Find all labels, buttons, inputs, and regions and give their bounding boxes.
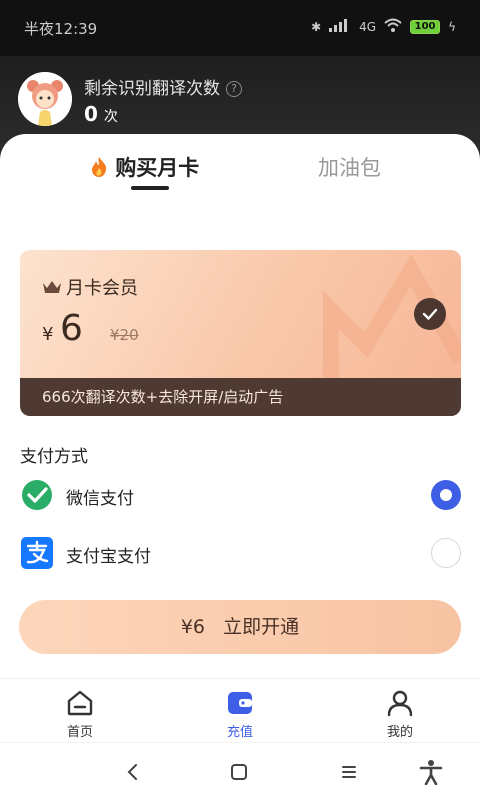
home-icon (67, 690, 93, 716)
nav-home-label: 首页 (66, 725, 93, 740)
subscribe-button[interactable]: ¥6 立即开通 (19, 600, 461, 654)
avatar[interactable] (18, 72, 72, 126)
status-bar: 半夜12:39 ✱ 4G 100 ϟ (0, 0, 480, 56)
payment-wechat[interactable]: 微信支付 (20, 476, 461, 516)
nav-home[interactable]: 首页 (40, 689, 120, 740)
menu-icon[interactable] (336, 759, 362, 785)
wifi-icon (384, 18, 402, 35)
alipay-icon (20, 536, 54, 570)
card-title-label: 月卡会员 (66, 278, 138, 299)
nav-mine[interactable]: 我的 (360, 689, 440, 740)
home-button-icon[interactable] (226, 759, 252, 785)
wechat-pay-label: 微信支付 (66, 489, 134, 509)
back-icon[interactable] (120, 759, 146, 785)
help-icon[interactable]: ? (226, 81, 242, 97)
nav-recharge[interactable]: 充值 (200, 689, 280, 740)
tab-fuel-pack[interactable]: 加油包 (318, 152, 381, 182)
payment-heading: 支付方式 (20, 447, 88, 467)
crown-icon (43, 281, 61, 293)
alipay-radio[interactable] (431, 538, 461, 568)
count-unit: 次 (103, 109, 118, 125)
monthly-card-option[interactable]: 月卡会员 ¥ 6 ¥20 666次翻译次数+去除开屏/启动广告 (20, 250, 461, 416)
card-title: 月卡会员 (42, 274, 138, 300)
status-time: 半夜12:39 (24, 20, 98, 38)
battery-icon: 100 (410, 19, 441, 34)
price-currency: ¥ (42, 324, 54, 345)
wallet-icon (228, 692, 252, 714)
status-icons: ✱ 4G 100 ϟ (311, 18, 456, 35)
count-value: 0 (84, 102, 98, 126)
nav-recharge-label: 充值 (226, 725, 253, 740)
remaining-count: 0次 (84, 102, 118, 126)
remaining-count-title: 剩余识别翻译次数? (84, 74, 242, 99)
card-benefit: 666次翻译次数+去除开屏/启动广告 (20, 378, 461, 416)
bottom-nav: 首页 充值 我的 (0, 678, 480, 744)
tab-monthly-card[interactable]: 购买月卡 (90, 152, 199, 182)
wechat-radio-selected[interactable] (431, 480, 461, 510)
network-type: 4G (359, 19, 377, 34)
active-tab-indicator (131, 186, 169, 190)
user-icon (387, 690, 413, 717)
header: 剩余识别翻译次数? 0次 (0, 56, 480, 146)
payment-alipay[interactable]: 支付宝支付 (20, 534, 461, 574)
alipay-label: 支付宝支付 (66, 547, 151, 567)
signal-icon (329, 18, 351, 35)
charging-icon: ϟ (448, 19, 456, 34)
original-price: ¥20 (110, 326, 139, 344)
fire-icon (90, 156, 115, 180)
bluetooth-icon: ✱ (311, 19, 322, 34)
system-nav-bar (0, 742, 480, 800)
wechat-pay-icon (20, 478, 54, 512)
purchase-sheet: 购买月卡 加油包 月卡会员 ¥ 6 ¥20 666次翻译次数+去除开屏/启动广告… (0, 134, 480, 800)
tab-monthly-label: 购买月卡 (115, 156, 200, 180)
price-value: 6 (60, 308, 83, 349)
nav-mine-label: 我的 (386, 725, 413, 740)
remaining-count-label: 剩余识别翻译次数 (84, 79, 220, 99)
accessibility-icon[interactable] (418, 759, 444, 785)
selected-check-icon (414, 298, 446, 330)
